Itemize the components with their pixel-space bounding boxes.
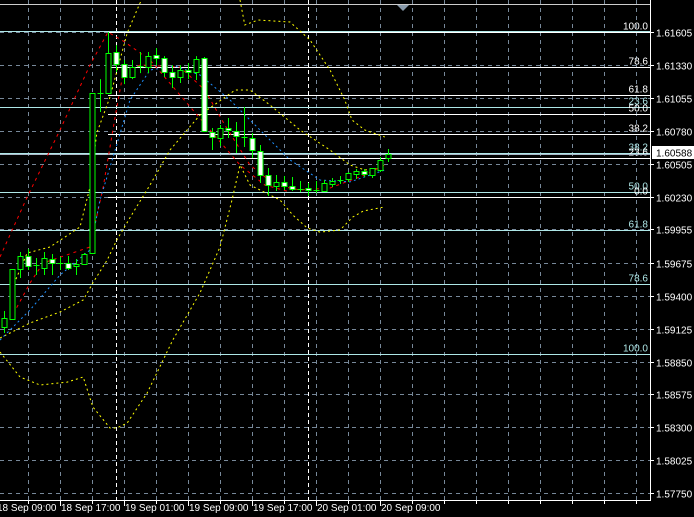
candle-body-bull [129,67,136,78]
candle-body-bear [153,55,160,59]
price-tick-label: 1.58575 [656,391,693,402]
price-tick-label: 1.59400 [656,293,693,304]
candle-body-bear [233,131,240,137]
time-tick-label: 20 Sep 09:00 [381,503,441,514]
candle-body-bull [9,269,16,320]
candle-body-bull [177,70,184,78]
candle-body-bear [209,132,216,138]
price-tick-label: 1.59955 [656,226,693,237]
candle-body-bear [65,263,72,269]
candle-body-bear [185,70,192,73]
candle-body-bear [25,256,32,267]
candle-body-bull [217,128,224,139]
chart-background [0,0,694,517]
candle [9,269,16,320]
time-tick-label: 18 Sep 17:00 [61,503,121,514]
time-tick-label: 18 Sep 09:00 [0,503,57,514]
fibo-cyan-level-label: 78.6 [629,274,649,285]
candle-body-bull [73,264,80,267]
candle-body-bear [289,186,296,190]
price-tick-label: 1.58300 [656,424,693,435]
candle-body-bear [49,259,56,264]
candle-body-bull [1,318,8,328]
price-tick-label: 1.58025 [656,457,693,468]
candle-body-bull [81,254,88,265]
price-tick-label: 1.61330 [656,62,693,73]
time-tick-label: 20 Sep 01:00 [317,503,377,514]
price-axis-labels: 1.61605 1.61330 1.61055 1.60780 1.60505 1.602… [650,29,693,501]
candle-body-bull [369,168,376,176]
price-tick-label: 1.60230 [656,194,693,205]
fibo-white-level-label: 38.2 [629,124,649,135]
candle [89,93,96,254]
candle-body-bull [321,183,328,192]
fibo-white-level-label: 0.0 [634,187,648,198]
candle [201,57,208,133]
fibo-white-level-label: 78.6 [629,57,649,68]
candle-body-bear [169,72,176,78]
price-tick-label: 1.60780 [656,128,693,139]
candle-body-bull [193,59,200,73]
price-tick-label: 1.61055 [656,95,693,106]
candle-body-bear [257,151,264,176]
price-tick-label: 1.60505 [656,161,693,172]
price-tick-label: 1.58850 [656,359,693,370]
candle-body-bull [41,258,48,269]
fibo-cyan-level-label: 100.0 [623,344,648,355]
candle [81,252,88,265]
time-tick-label: 19 Sep 01:00 [125,503,185,514]
candle-body-bull [17,256,24,270]
price-tick-label: 1.59125 [656,326,693,337]
fibo-white-level-label: 23.6 [629,148,649,159]
candle-body-bear [281,182,288,187]
candle-body-bear [249,138,256,151]
current-price-label: 1.60588 [656,149,693,160]
candle-body-bear [225,128,232,131]
candle-body-bull [273,182,280,187]
candle-body-bear [361,171,368,175]
candle-body-bull [377,160,384,171]
price-tick-label: 1.61605 [656,29,693,40]
candle-body-bull [385,154,392,159]
fibo-white-level-label: 61.8 [629,85,649,96]
price-chart[interactable]: 23.638.250.061.878.6100.0100.078.661.850… [0,0,694,517]
candle-body-bear [305,188,312,191]
fibo-white-level-label: 50.0 [629,104,649,115]
time-tick-label: 19 Sep 17:00 [253,503,313,514]
price-tick-label: 1.57750 [656,490,693,501]
time-tick-label: 19 Sep 09:00 [189,503,249,514]
candle-body-bull [345,173,352,180]
candle-body-bull [145,56,152,68]
fibo-white-level-label: 100.0 [623,22,648,33]
candle-body-bear [113,52,120,65]
candle-body-bull [105,53,112,94]
candle-body-bear [265,175,272,186]
candle-body-bear [161,58,168,73]
candle-body-bear [201,58,208,132]
fibo-cyan-level-label: 61.8 [629,220,649,231]
candle-body-bull [89,93,96,254]
current-price-marker: 1.60588 [652,146,694,160]
price-tick-label: 1.59675 [656,260,693,271]
candle-body-bull [329,181,336,185]
candle-body-bull [353,171,360,175]
candle-body-bear [121,64,128,78]
